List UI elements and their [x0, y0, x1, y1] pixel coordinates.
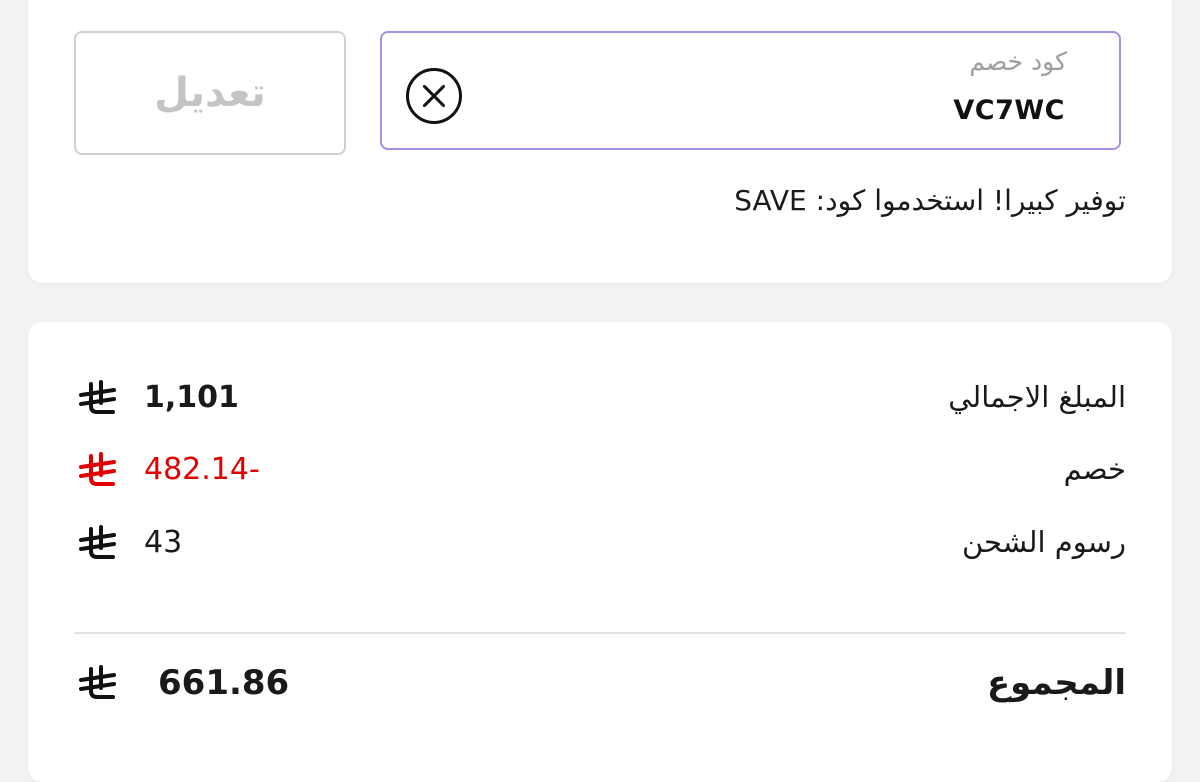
- coupon-code-field[interactable]: كود خصم VC7WC: [380, 31, 1121, 150]
- edit-button[interactable]: تعديل: [74, 31, 346, 155]
- total-amount: 661.86: [158, 663, 290, 703]
- coupon-code-label: كود خصم: [969, 47, 1067, 76]
- promo-hint-text: توفير كبيرا! استخدموا كود: SAVE: [734, 184, 1126, 217]
- subtotal-row: المبلغ الاجمالي 1,101: [28, 372, 1172, 428]
- subtotal-amount: 1,101: [144, 380, 239, 415]
- total-row: المجموع 661.86: [28, 657, 1172, 713]
- total-label: المجموع: [986, 663, 1126, 703]
- riyal-icon: [79, 452, 116, 486]
- discount-label: خصم: [1063, 452, 1126, 486]
- close-circle-icon[interactable]: [406, 68, 462, 124]
- discount-amount: -482.14: [144, 452, 260, 487]
- riyal-icon: [79, 525, 116, 559]
- shipping-row: رسوم الشحن 43: [28, 517, 1172, 573]
- subtotal-label: المبلغ الاجمالي: [948, 380, 1126, 414]
- shipping-label: رسوم الشحن: [961, 525, 1126, 559]
- summary-divider: [74, 632, 1126, 634]
- discount-row: خصم -482.14: [28, 444, 1172, 500]
- coupon-card: كود خصم VC7WC تعديل توفير كبيرا! استخدمو…: [28, 0, 1172, 283]
- order-summary-card: المبلغ الاجمالي 1,101 خصم -482.14 رسوم ا…: [28, 322, 1172, 782]
- riyal-icon: [79, 665, 116, 699]
- shipping-amount: 43: [144, 525, 183, 560]
- coupon-code-value[interactable]: VC7WC: [953, 95, 1065, 126]
- riyal-icon: [79, 380, 116, 414]
